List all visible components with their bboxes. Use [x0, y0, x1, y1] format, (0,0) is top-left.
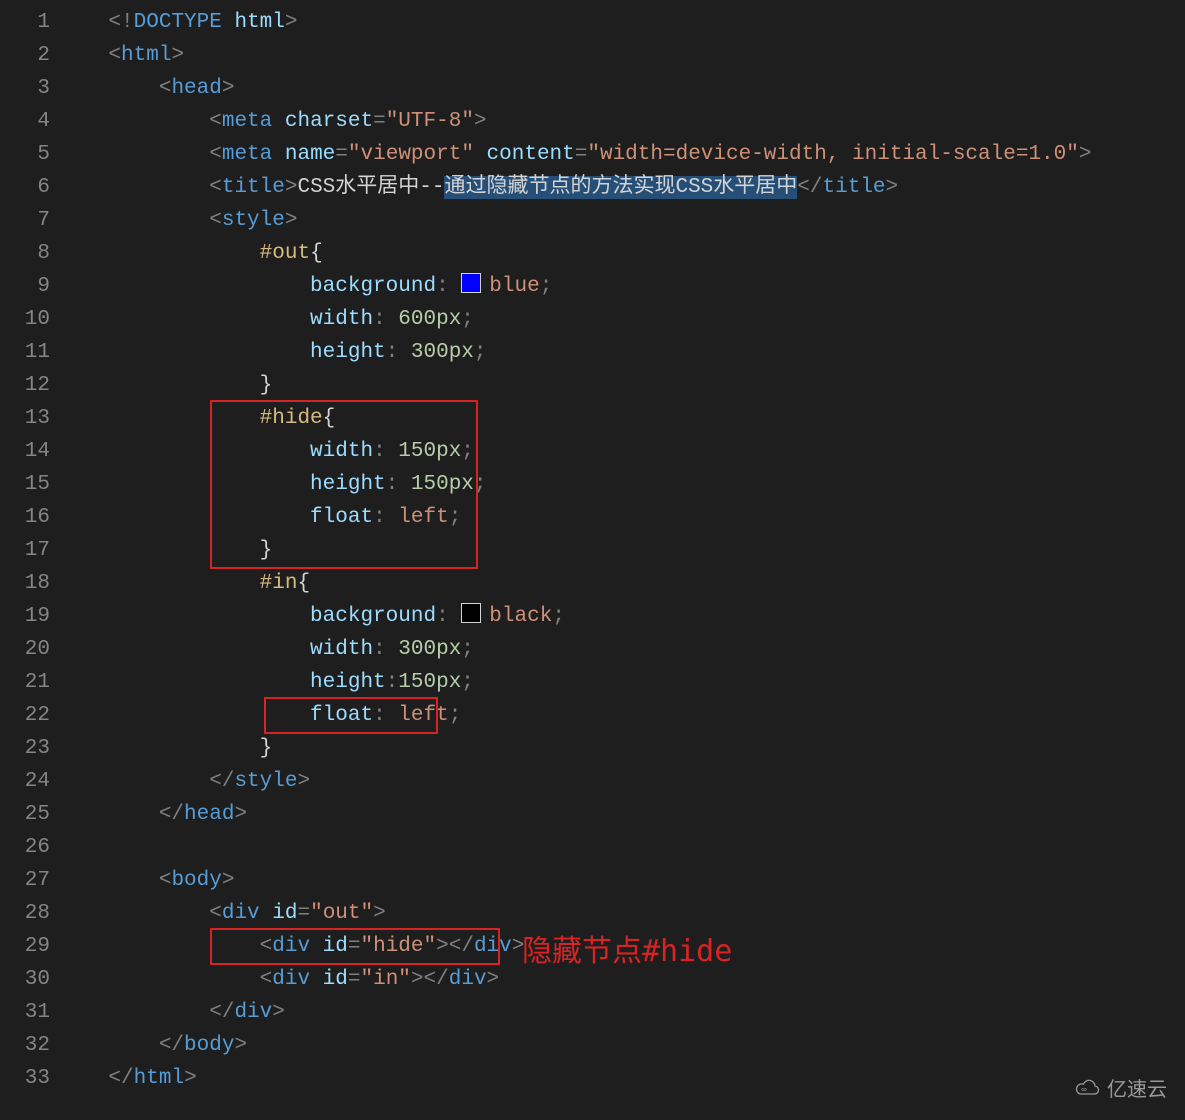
code-line[interactable]: </body>: [58, 1029, 1185, 1062]
code-area[interactable]: <!DOCTYPE html> <html> <head> <meta char…: [58, 6, 1185, 1095]
line-number: 6: [0, 171, 50, 204]
code-line[interactable]: <title>CSS水平居中--通过隐藏节点的方法实现CSS水平居中</titl…: [58, 171, 1185, 204]
line-number: 17: [0, 534, 50, 567]
line-number: 20: [0, 633, 50, 666]
selected-text[interactable]: 通过隐藏节点的方法实现CSS水平居中: [444, 176, 797, 199]
code-line[interactable]: </div>: [58, 996, 1185, 1029]
code-line[interactable]: <meta charset="UTF-8">: [58, 105, 1185, 138]
code-line[interactable]: width: 600px;: [58, 303, 1185, 336]
code-line[interactable]: #out{: [58, 237, 1185, 270]
line-number: 8: [0, 237, 50, 270]
code-line[interactable]: <body>: [58, 864, 1185, 897]
line-number: 5: [0, 138, 50, 171]
line-number: 23: [0, 732, 50, 765]
line-number: 19: [0, 600, 50, 633]
code-line[interactable]: <div id="in"></div>: [58, 963, 1185, 996]
line-number: 22: [0, 699, 50, 732]
code-line[interactable]: background: blue;: [58, 270, 1185, 303]
color-swatch-blue: [461, 273, 481, 293]
watermark-text: 亿速云: [1107, 1073, 1167, 1102]
code-line[interactable]: float: left;: [58, 699, 1185, 732]
code-line[interactable]: #in{: [58, 567, 1185, 600]
code-line[interactable]: height: 300px;: [58, 336, 1185, 369]
code-line[interactable]: <head>: [58, 72, 1185, 105]
line-number: 10: [0, 303, 50, 336]
watermark: ∞ 亿速云: [1075, 1073, 1167, 1102]
line-number: 33: [0, 1062, 50, 1095]
code-line[interactable]: background: black;: [58, 600, 1185, 633]
code-line[interactable]: </html>: [58, 1062, 1185, 1095]
line-number: 25: [0, 798, 50, 831]
code-line[interactable]: </style>: [58, 765, 1185, 798]
line-number: 3: [0, 72, 50, 105]
code-line[interactable]: </head>: [58, 798, 1185, 831]
code-line[interactable]: height: 150px;: [58, 468, 1185, 501]
code-line[interactable]: <div id="out">: [58, 897, 1185, 930]
code-line[interactable]: width: 150px;: [58, 435, 1185, 468]
code-line[interactable]: }: [58, 534, 1185, 567]
line-number: 29: [0, 930, 50, 963]
code-line[interactable]: #hide{: [58, 402, 1185, 435]
svg-text:∞: ∞: [1081, 1085, 1087, 1094]
line-number: 27: [0, 864, 50, 897]
line-number: 16: [0, 501, 50, 534]
line-number: 15: [0, 468, 50, 501]
line-number: 11: [0, 336, 50, 369]
code-line[interactable]: <style>: [58, 204, 1185, 237]
code-line[interactable]: float: left;: [58, 501, 1185, 534]
line-number: 32: [0, 1029, 50, 1062]
line-number: 24: [0, 765, 50, 798]
line-number: 2: [0, 39, 50, 72]
gutter: 1234567891011121314151617181920212223242…: [0, 6, 58, 1095]
line-number: 30: [0, 963, 50, 996]
code-line[interactable]: <div id="hide"></div>: [58, 930, 1185, 963]
code-line[interactable]: }: [58, 369, 1185, 402]
code-editor[interactable]: 1234567891011121314151617181920212223242…: [0, 0, 1185, 1120]
cloud-icon: ∞: [1075, 1078, 1101, 1098]
color-swatch-black: [461, 603, 481, 623]
line-number: 28: [0, 897, 50, 930]
line-number: 13: [0, 402, 50, 435]
line-number: 18: [0, 567, 50, 600]
line-number: 9: [0, 270, 50, 303]
code-line[interactable]: <meta name="viewport" content="width=dev…: [58, 138, 1185, 171]
code-line[interactable]: [58, 831, 1185, 864]
code-line[interactable]: <!DOCTYPE html>: [58, 6, 1185, 39]
code-line[interactable]: height:150px;: [58, 666, 1185, 699]
line-number: 14: [0, 435, 50, 468]
code-line[interactable]: }: [58, 732, 1185, 765]
line-number: 4: [0, 105, 50, 138]
line-number: 12: [0, 369, 50, 402]
line-number: 31: [0, 996, 50, 1029]
line-number: 1: [0, 6, 50, 39]
code-line[interactable]: <html>: [58, 39, 1185, 72]
line-number: 21: [0, 666, 50, 699]
line-number: 7: [0, 204, 50, 237]
code-line[interactable]: width: 300px;: [58, 633, 1185, 666]
line-number: 26: [0, 831, 50, 864]
